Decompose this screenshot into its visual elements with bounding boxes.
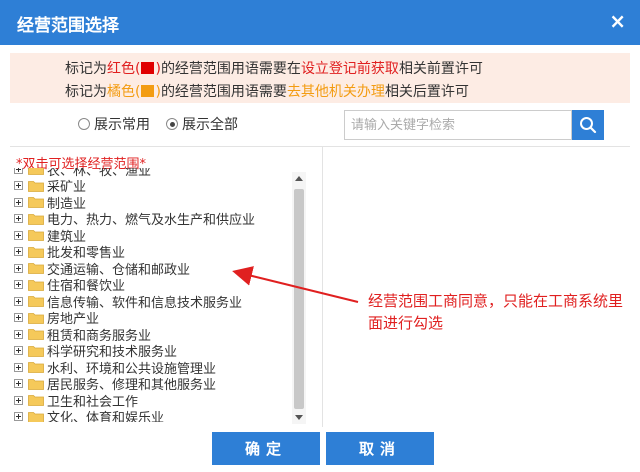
view-mode-radio-group: 展示常用 展示全部 [78,114,238,134]
notice-color-word: 红色( [107,61,141,77]
close-icon[interactable]: × [609,10,626,32]
red-swatch-icon [141,62,155,74]
folder-icon [28,296,44,308]
tree-node[interactable]: 居民服务、修理和其他服务业 [14,376,255,393]
notice-line-pre-permit: 标记为红色()的经营范围用语需要在设立登记前获取相关前置许可 [65,58,483,78]
tree-node[interactable]: 交通运输、仓储和邮政业 [14,260,255,278]
folder-icon [28,279,44,291]
expand-plus-icon[interactable] [14,395,23,405]
expand-plus-icon[interactable] [14,247,23,257]
notice-text: 的经营范围用语需要在 [160,61,301,77]
tree-node[interactable]: 科学研究和技术服务业 [14,343,255,360]
tree-node[interactable]: 水利、环境和公共设施管理业 [14,359,255,377]
notice-text: 标记为 [65,61,107,77]
tree-scrollbar[interactable] [292,172,306,424]
expand-plus-icon[interactable] [14,362,23,372]
folder-icon [28,246,44,258]
tree-node[interactable]: 住宿和餐饮业 [14,277,255,294]
notice-text: 标记为 [65,84,107,100]
dialog-title: 经营范围选择 [17,16,119,36]
folder-icon [28,197,44,209]
scroll-down-arrow-icon[interactable] [295,415,303,420]
expand-plus-icon[interactable] [14,197,23,207]
notice-text: 相关前置许可 [398,61,483,77]
tree-node[interactable]: 信息传输、软件和信息技术服务业 [14,293,255,311]
notice-highlight: 设立登记前获取 [300,61,399,77]
notice-text: 的经营范围用语需要 [160,84,287,100]
tree-node[interactable]: 租赁和商务服务业 [14,326,255,344]
search-button[interactable] [572,110,604,140]
folder-icon [28,263,44,275]
folder-icon [28,395,44,407]
tree-node[interactable]: 制造业 [14,194,255,212]
business-scope-tree[interactable]: 农、林、牧、渔业 采矿业 制造业 电力、热力、燃气及水生产和供应业 建筑业 批发和零售业交… [14,168,292,422]
tree-node[interactable]: 建筑业 [14,227,255,245]
cancel-button[interactable]: 取消 [326,432,434,465]
tree-node[interactable]: 卫生和社会工作 [14,392,255,410]
tree-node[interactable]: 采矿业 [14,178,255,195]
notice-highlight: 去其他机关办理 [286,84,385,100]
radio-show-common[interactable]: 展示常用 [78,114,150,134]
radio-label: 展示常用 [94,117,150,133]
tree-node[interactable]: 房地产业 [14,310,255,327]
expand-plus-icon[interactable] [14,329,23,339]
expand-plus-icon[interactable] [14,280,23,290]
expand-plus-icon[interactable] [14,379,23,389]
folder-icon [28,312,44,324]
radio-icon [166,118,178,130]
expand-plus-icon[interactable] [14,181,23,191]
tree-list: 农、林、牧、渔业 采矿业 制造业 电力、热力、燃气及水生产和供应业 建筑业 批发和零售业交… [14,168,255,422]
expand-plus-icon[interactable] [14,296,23,306]
expand-plus-icon[interactable] [14,412,23,422]
radio-label: 展示全部 [182,117,238,133]
expand-plus-icon[interactable] [14,214,23,224]
tree-node[interactable]: 文化、体育和娱乐业 [14,409,255,422]
expand-plus-icon[interactable] [14,346,23,356]
scroll-up-arrow-icon[interactable] [295,176,303,181]
notice-line-post-permit: 标记为橘色()的经营范围用语需要去其他机关办理相关后置许可 [65,81,469,101]
horizontal-divider [10,146,630,147]
expand-plus-icon[interactable] [14,168,23,174]
scroll-thumb[interactable] [294,189,304,409]
expand-plus-icon[interactable] [14,230,23,240]
tree-node[interactable]: 批发和零售业 [14,244,255,261]
search-icon [580,117,597,134]
folder-icon [28,180,44,192]
vertical-divider [322,147,323,427]
tree-node-label: 文化、体育和娱乐业 [47,411,165,422]
folder-icon [28,168,44,176]
permit-notice: 标记为红色()的经营范围用语需要在设立登记前获取相关前置许可 标记为橘色()的经… [10,53,630,103]
radio-show-all[interactable]: 展示全部 [166,114,238,134]
notice-color-word: 橘色( [107,84,141,100]
folder-icon [28,362,44,374]
orange-swatch-icon [141,85,155,97]
search-input[interactable] [344,110,572,140]
folder-icon [28,230,44,242]
expand-plus-icon[interactable] [14,313,23,323]
folder-icon [28,345,44,357]
folder-icon [28,378,44,390]
folder-icon [28,213,44,225]
annotation-note: 经营范围工商同意，只能在工商系统里面进行勾选 [368,292,624,332]
notice-text: 相关后置许可 [384,84,469,100]
dialog-titlebar: 经营范围选择 × [0,0,640,45]
expand-plus-icon[interactable] [14,263,23,273]
folder-icon [28,411,44,422]
folder-icon [28,329,44,341]
confirm-button[interactable]: 确定 [212,432,320,465]
radio-icon [78,118,90,130]
tree-node[interactable]: 电力、热力、燃气及水生产和供应业 [14,211,255,228]
